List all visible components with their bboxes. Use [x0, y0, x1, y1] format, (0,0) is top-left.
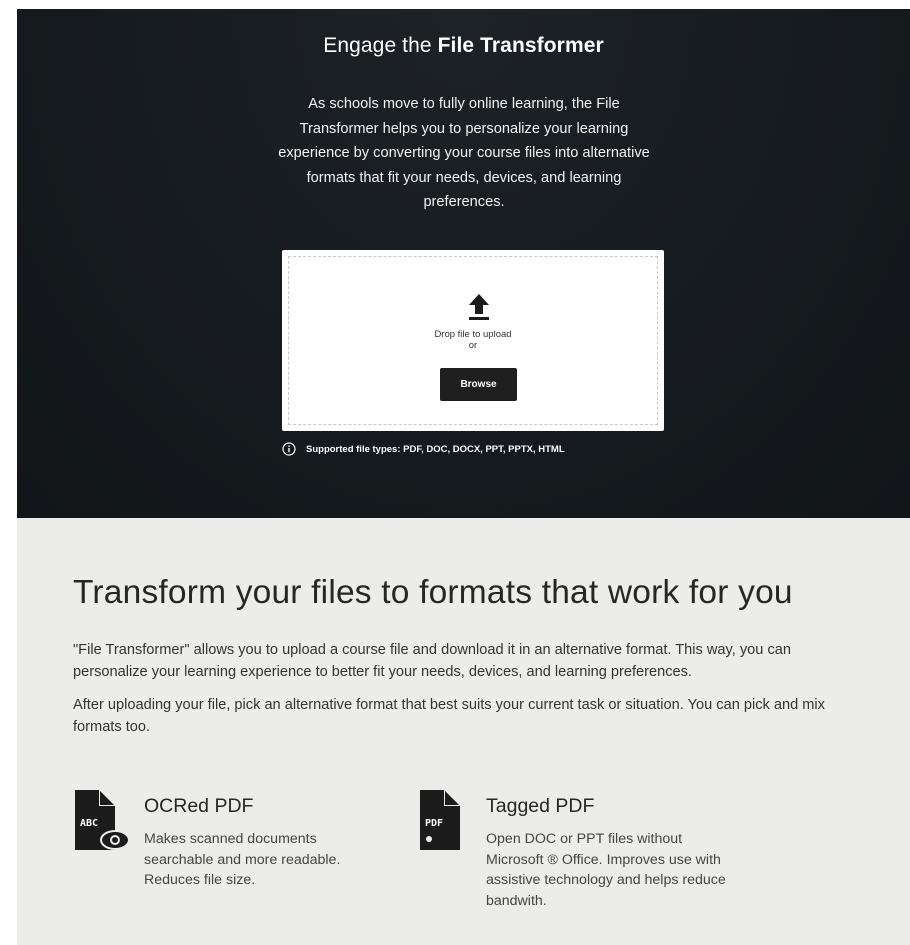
instructions-paragraph: After uploading your file, pick an alter… [73, 697, 825, 735]
section-title: Transform your files to formats that wor… [73, 574, 793, 611]
ocr-file-icon: ABC [75, 790, 130, 850]
feature-title: OCRed PDF [144, 795, 254, 817]
ocr-icon-text: ABC [80, 818, 98, 829]
info-icon [282, 442, 296, 456]
pdf-file-icon: PDF [420, 790, 460, 850]
hero-title-strong: File Transformer [437, 34, 604, 57]
or-label: or [468, 340, 478, 351]
feature-title: Tagged PDF [486, 795, 595, 817]
hero-banner: Engage the File Transformer As schools m… [17, 9, 910, 518]
upload-arrow-icon [469, 294, 489, 320]
supported-file-types-text: Supported file types: PDF, DOC, DOCX, PP… [306, 443, 565, 455]
hero-description: As schools move to fully online learning… [278, 96, 650, 211]
pdf-icon-text: PDF [425, 818, 443, 829]
browse-button[interactable]: Browse [440, 368, 517, 401]
feature-description: Makes scanned documents searchable and m… [144, 831, 341, 889]
file-dropzone[interactable]: Drop file to upload or Browse [288, 256, 658, 425]
transform-section: Transform your files to formats that wor… [17, 518, 910, 945]
supported-file-types: Supported file types: PDF, DOC, DOCX, PP… [282, 441, 565, 457]
upload-card: Drop file to upload or Browse [282, 250, 664, 431]
hero-title-prefix: Engage the [323, 34, 438, 57]
hero-title: Engage the File Transformer [17, 34, 910, 58]
drop-file-label: Drop file to upload [434, 329, 512, 340]
intro-paragraph: "File Transformer" allows you to upload … [73, 642, 791, 680]
feature-description: Open DOC or PPT files without Microsoft … [486, 831, 726, 910]
